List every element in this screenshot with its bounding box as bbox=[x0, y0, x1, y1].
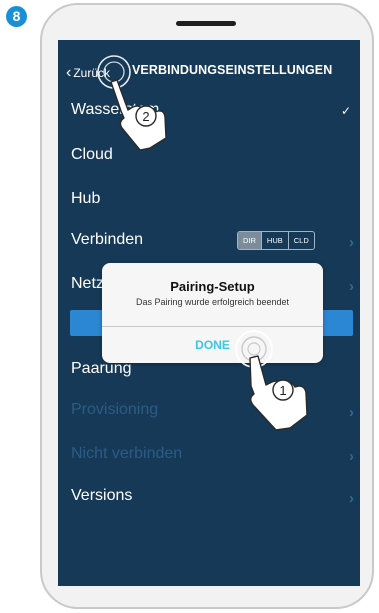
chevron-right-icon: › bbox=[349, 278, 354, 295]
row-hub[interactable]: Hub bbox=[71, 190, 100, 208]
page-title: VERBINDUNGSEINSTELLUNGEN bbox=[132, 63, 333, 77]
segment-dir[interactable]: DIR bbox=[238, 232, 261, 249]
dialog-divider bbox=[102, 326, 323, 327]
nav-bar: ‹ Zurück VERBINDUNGSEINSTELLUNGEN bbox=[58, 40, 360, 102]
dialog-message: Das Pairing wurde erfolgreich beendet bbox=[135, 297, 290, 307]
chevron-left-icon: ‹ bbox=[66, 64, 72, 81]
row-nicht-verbinden[interactable]: Nicht verbinden bbox=[71, 445, 182, 463]
chevron-right-icon: › bbox=[349, 404, 354, 421]
segment-cld[interactable]: CLD bbox=[287, 232, 314, 249]
row-cloud[interactable]: Cloud bbox=[71, 146, 113, 164]
chevron-right-icon: › bbox=[349, 490, 354, 507]
connection-mode-segmented-control[interactable]: DIR HUB CLD bbox=[237, 231, 315, 250]
dialog-title: Pairing-Setup bbox=[170, 279, 255, 294]
phone-speaker bbox=[176, 21, 236, 26]
chevron-right-icon: › bbox=[349, 234, 354, 251]
pairing-dialog: Pairing-Setup Das Pairing wurde erfolgre… bbox=[102, 263, 323, 363]
row-verbinden[interactable]: Verbinden bbox=[71, 231, 143, 249]
back-button[interactable]: ‹ Zurück bbox=[66, 64, 110, 82]
step-badge: 8 bbox=[6, 6, 27, 27]
row-wasserstem[interactable]: Wasserstem bbox=[71, 101, 159, 119]
row-versions[interactable]: Versions bbox=[71, 487, 132, 505]
checkmark-icon: ✓ bbox=[340, 104, 351, 118]
segment-hub[interactable]: HUB bbox=[260, 232, 288, 249]
row-provisioning[interactable]: Provisioning bbox=[71, 401, 158, 419]
done-button[interactable]: DONE bbox=[102, 338, 323, 352]
back-label: Zurück bbox=[73, 66, 111, 80]
chevron-right-icon: › bbox=[349, 448, 354, 465]
